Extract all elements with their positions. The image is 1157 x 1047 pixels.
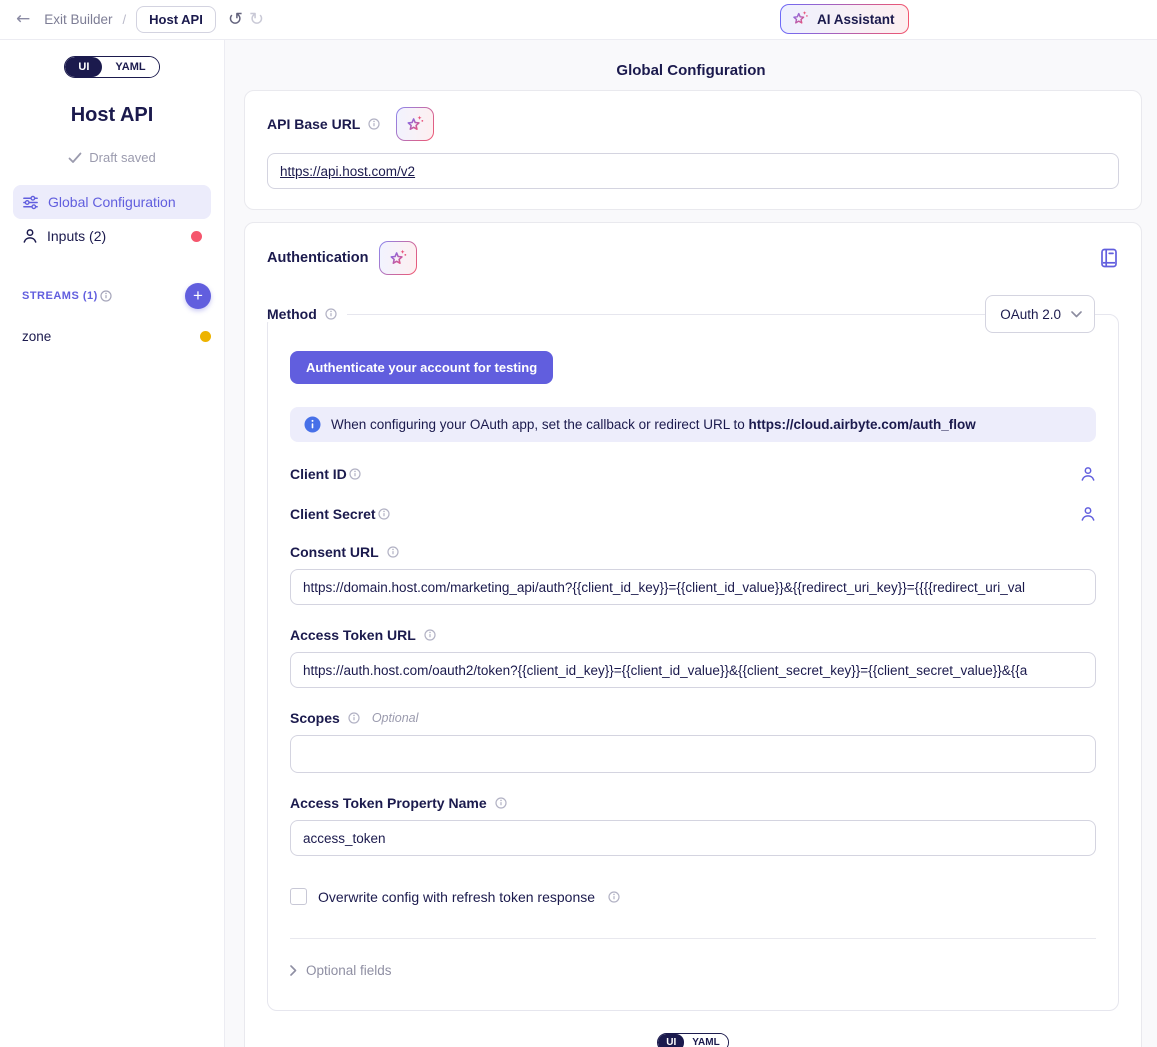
info-icon[interactable] xyxy=(368,118,380,130)
info-icon[interactable] xyxy=(348,712,360,724)
consent-url-field: Consent URL xyxy=(290,544,1096,605)
api-base-url-label: API Base URL xyxy=(267,116,360,132)
ai-sparkle-icon xyxy=(790,9,810,29)
ai-suggest-button[interactable] xyxy=(396,107,434,141)
toggle-yaml-option[interactable]: YAML xyxy=(102,57,158,77)
divider xyxy=(290,938,1096,939)
undo-icon[interactable]: ↺ xyxy=(228,9,243,30)
optional-tag: Optional xyxy=(372,711,419,725)
auth-method-value: OAuth 2.0 xyxy=(1000,307,1061,322)
ai-sparkle-icon xyxy=(387,247,409,269)
documentation-icon[interactable] xyxy=(1099,247,1119,269)
client-secret-label: Client Secret xyxy=(290,506,376,522)
callback-info-text: When configuring your OAuth app, set the… xyxy=(331,417,748,432)
user-icon xyxy=(22,228,38,244)
scopes-label: Scopes xyxy=(290,710,340,726)
ui-yaml-toggle[interactable]: UI YAML xyxy=(64,56,159,78)
chevron-down-icon xyxy=(1071,311,1082,318)
sidebar-item-label: Global Configuration xyxy=(48,194,176,210)
main-content: Global Configuration API Base URL Authen… xyxy=(225,40,1157,1047)
toggle-yaml-option[interactable]: YAML xyxy=(684,1034,727,1047)
info-icon[interactable] xyxy=(608,891,620,903)
client-id-label: Client ID xyxy=(290,466,347,482)
streams-header-label: STREAMS (1) xyxy=(22,290,98,302)
stream-name: zone xyxy=(22,329,51,344)
token-property-input[interactable] xyxy=(290,820,1096,856)
consent-url-label: Consent URL xyxy=(290,544,379,560)
project-name-pill[interactable]: Host API xyxy=(136,6,216,33)
method-divider-line xyxy=(347,314,985,315)
sidebar: UI YAML Host API Draft saved Global Conf… xyxy=(0,40,225,1047)
check-icon xyxy=(68,152,82,164)
toggle-ui-option[interactable]: UI xyxy=(658,1034,684,1047)
sidebar-item-label: Inputs (2) xyxy=(47,228,106,244)
streams-header-row: STREAMS (1) + xyxy=(0,283,224,309)
ai-sparkle-icon xyxy=(404,113,426,135)
overwrite-config-label: Overwrite config with refresh token resp… xyxy=(318,889,595,905)
connector-title: Host API xyxy=(0,104,224,127)
breadcrumb-separator: / xyxy=(123,12,127,27)
draft-status-label: Draft saved xyxy=(89,150,155,165)
scopes-input[interactable] xyxy=(290,735,1096,773)
optional-fields-expander[interactable]: Optional fields xyxy=(290,963,1096,984)
authenticate-button[interactable]: Authenticate your account for testing xyxy=(290,351,553,384)
stream-status-dot xyxy=(200,331,211,342)
overwrite-config-checkbox[interactable] xyxy=(290,888,307,905)
authentication-card: Authentication Method xyxy=(244,222,1142,1047)
draft-status: Draft saved xyxy=(0,150,224,165)
overwrite-config-row: Overwrite config with refresh token resp… xyxy=(290,888,1096,905)
redo-icon[interactable]: ↻ xyxy=(249,9,264,30)
callback-url: https://cloud.airbyte.com/auth_flow xyxy=(748,417,975,432)
exit-builder-link[interactable]: Exit Builder xyxy=(44,12,112,27)
user-input-icon[interactable] xyxy=(1080,506,1096,522)
ai-suggest-button[interactable] xyxy=(379,241,417,275)
stream-item-zone[interactable]: zone xyxy=(0,323,224,350)
api-base-url-input[interactable] xyxy=(267,153,1119,189)
access-token-url-field: Access Token URL xyxy=(290,627,1096,688)
info-icon[interactable] xyxy=(424,629,436,641)
api-base-url-card: API Base URL xyxy=(244,90,1142,210)
access-token-url-label: Access Token URL xyxy=(290,627,416,643)
info-icon[interactable] xyxy=(387,546,399,558)
client-id-row: Client ID xyxy=(290,466,1096,482)
info-icon[interactable] xyxy=(495,797,507,809)
authentication-section-title: Authentication xyxy=(267,250,369,266)
auth-method-dropdown[interactable]: OAuth 2.0 xyxy=(985,295,1095,333)
inputs-status-dot xyxy=(191,231,202,242)
chevron-right-icon xyxy=(290,965,297,976)
ai-assistant-label: AI Assistant xyxy=(817,12,895,27)
user-input-icon[interactable] xyxy=(1080,466,1096,482)
sidebar-nav: Global Configuration Inputs (2) xyxy=(0,185,224,253)
info-icon[interactable] xyxy=(349,468,361,480)
access-token-url-input[interactable] xyxy=(290,652,1096,688)
info-icon[interactable] xyxy=(325,308,337,320)
toggle-ui-option[interactable]: UI xyxy=(65,57,102,77)
info-filled-icon xyxy=(304,416,321,433)
oauth-config-group: Authenticate your account for testing Wh… xyxy=(267,314,1119,1011)
optional-fields-label: Optional fields xyxy=(306,963,392,978)
sliders-icon xyxy=(22,194,39,211)
token-property-label: Access Token Property Name xyxy=(290,795,487,811)
sidebar-item-inputs[interactable]: Inputs (2) xyxy=(13,219,211,253)
sidebar-item-global-configuration[interactable]: Global Configuration xyxy=(13,185,211,219)
auth-method-row: Method OAuth 2.0 xyxy=(267,295,1119,333)
top-bar: ← Exit Builder / Host API ↺ ↻ AI Assista… xyxy=(0,0,1157,40)
callback-info-banner: When configuring your OAuth app, set the… xyxy=(290,407,1096,442)
client-secret-row: Client Secret xyxy=(290,506,1096,522)
back-icon[interactable]: ← xyxy=(12,9,34,30)
section-ui-yaml-toggle[interactable]: UI YAML xyxy=(657,1033,728,1047)
info-icon[interactable] xyxy=(378,508,390,520)
ai-assistant-button[interactable]: AI Assistant xyxy=(780,4,909,34)
info-icon xyxy=(100,290,112,302)
page-title: Global Configuration xyxy=(225,62,1157,79)
add-stream-button[interactable]: + xyxy=(185,283,211,309)
token-property-field: Access Token Property Name xyxy=(290,795,1096,856)
consent-url-input[interactable] xyxy=(290,569,1096,605)
method-label: Method xyxy=(267,306,317,322)
scopes-field: Scopes Optional xyxy=(290,710,1096,773)
